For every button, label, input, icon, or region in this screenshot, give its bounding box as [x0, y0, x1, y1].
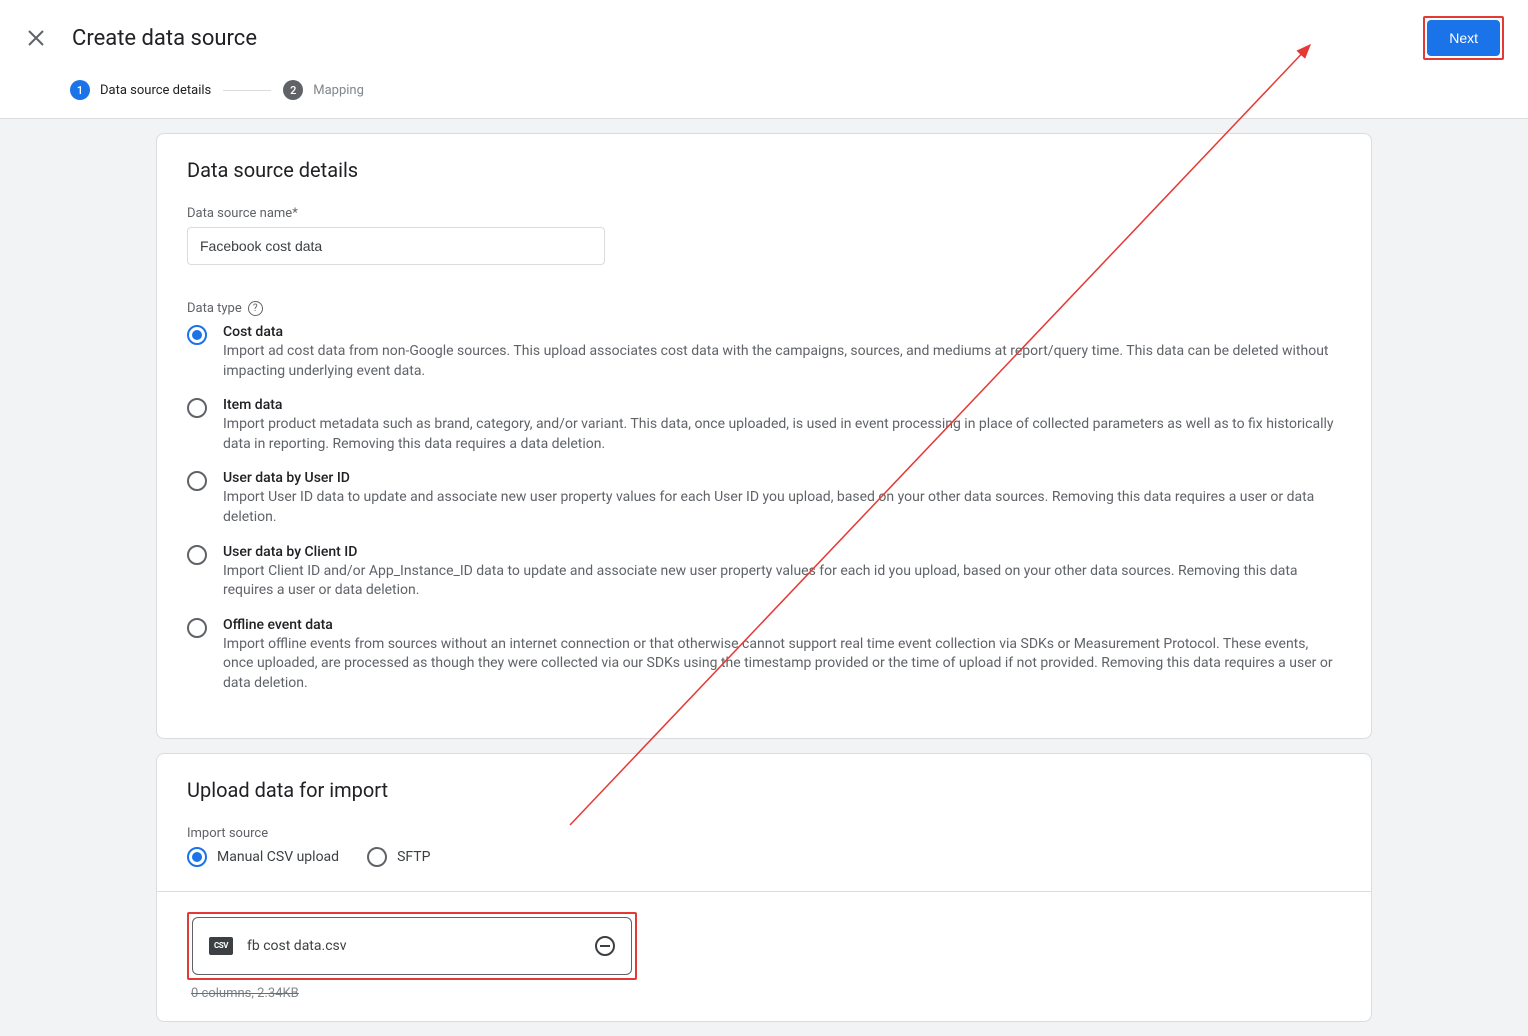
file-meta-text: 0 columns, 2.34KB — [191, 986, 1341, 1001]
radio-option-cost-data[interactable]: Cost data Import ad cost data from non-Go… — [187, 324, 1341, 381]
radio-option-offline-event-data[interactable]: Offline event data Import offline events … — [187, 617, 1341, 694]
step-data-source-details[interactable]: 1 Data source details — [70, 80, 211, 100]
radio-title: User data by Client ID — [223, 544, 1341, 560]
divider — [157, 891, 1371, 892]
field-label-import-source: Import source — [187, 826, 1341, 841]
annotation-highlight-file: CSV fb cost data.csv — [187, 912, 637, 980]
section-title: Data source details — [187, 158, 1341, 182]
radio-description: Import offline events from sources witho… — [223, 635, 1341, 694]
dialog-header: Create data source Next 1 Data source de… — [0, 0, 1528, 119]
csv-file-icon: CSV — [209, 937, 233, 955]
next-button[interactable]: Next — [1427, 20, 1500, 56]
radio-option-item-data[interactable]: Item data Import product metadata such as… — [187, 397, 1341, 454]
radio-option-manual-csv-upload[interactable]: Manual CSV upload — [187, 847, 339, 867]
radio-button[interactable] — [187, 847, 207, 867]
stepper: 1 Data source details 2 Mapping — [0, 68, 1528, 118]
step-connector — [223, 90, 271, 91]
radio-description: Import product metadata such as brand, c… — [223, 415, 1341, 454]
close-icon — [27, 29, 45, 47]
step-number-badge: 2 — [283, 80, 303, 100]
radio-option-user-data-by-client-id[interactable]: User data by Client ID Import Client ID a… — [187, 544, 1341, 601]
radio-button[interactable] — [367, 847, 387, 867]
step-number-badge: 1 — [70, 80, 90, 100]
radio-title: Cost data — [223, 324, 1341, 340]
radio-description: Import User ID data to update and associ… — [223, 488, 1341, 527]
radio-button[interactable] — [187, 471, 207, 491]
radio-button[interactable] — [187, 545, 207, 565]
file-name: fb cost data.csv — [247, 938, 581, 954]
section-title: Upload data for import — [187, 778, 1341, 802]
radio-button[interactable] — [187, 325, 207, 345]
field-label-type: Data type ? — [187, 301, 1341, 316]
uploaded-file-box: CSV fb cost data.csv — [192, 917, 632, 975]
data-source-name-input[interactable] — [187, 227, 605, 265]
radio-button[interactable] — [187, 618, 207, 638]
radio-option-sftp[interactable]: SFTP — [367, 847, 430, 867]
field-label-name: Data source name* — [187, 206, 1341, 221]
help-icon[interactable]: ? — [248, 301, 263, 316]
radio-description: Import Client ID and/or App_Instance_ID … — [223, 562, 1341, 601]
radio-description: Import ad cost data from non-Google sour… — [223, 342, 1341, 381]
radio-title: Item data — [223, 397, 1341, 413]
radio-title: User data by User ID — [223, 470, 1341, 486]
step-mapping: 2 Mapping — [283, 80, 364, 100]
radio-label: SFTP — [397, 849, 430, 865]
step-label: Data source details — [100, 83, 211, 98]
step-label: Mapping — [313, 83, 364, 98]
radio-title: Offline event data — [223, 617, 1341, 633]
close-button[interactable] — [24, 26, 48, 50]
radio-label: Manual CSV upload — [217, 849, 339, 865]
annotation-highlight-next: Next — [1423, 16, 1504, 60]
radio-option-user-data-by-user-id[interactable]: User data by User ID Import User ID data … — [187, 470, 1341, 527]
remove-file-button[interactable] — [595, 936, 615, 956]
details-card: Data source details Data source name* Da… — [156, 133, 1372, 739]
upload-card: Upload data for import Import source Man… — [156, 753, 1372, 1022]
radio-button[interactable] — [187, 398, 207, 418]
page-title: Create data source — [72, 26, 1423, 51]
